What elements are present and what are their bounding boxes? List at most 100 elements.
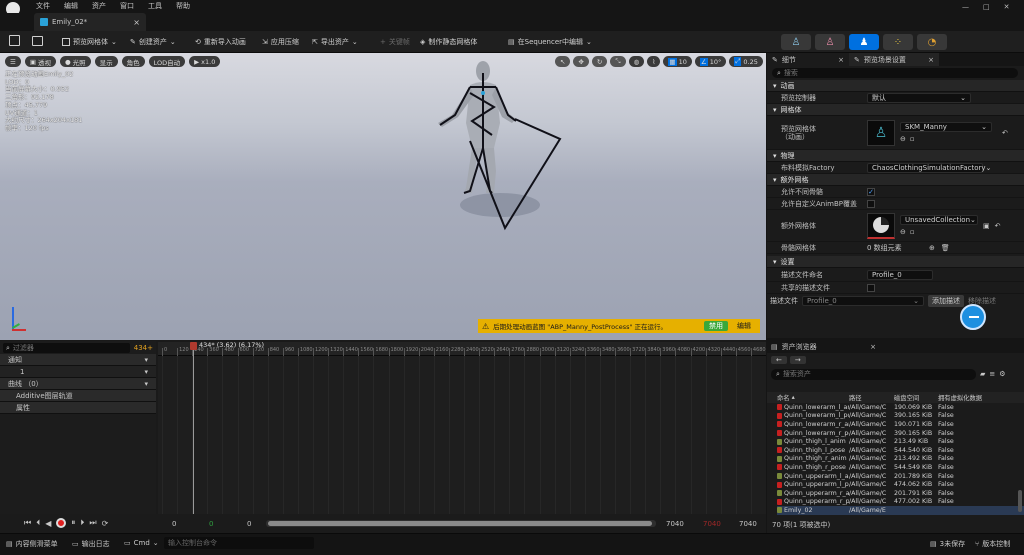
make-static-mesh-button[interactable]: ◈ 制作静态网格体 [420, 37, 477, 47]
playback-speed-button[interactable]: ▶x1.0 [189, 56, 220, 67]
cmd-dropdown[interactable]: ▭Cmd⌄ [124, 539, 159, 547]
scale-tool-button[interactable]: ⤡ [610, 56, 625, 67]
asset-row[interactable]: Quinn_thigh_r_pose/All/Game/C544.549 KiB… [777, 463, 1024, 472]
section-settings[interactable]: ▾设置 [767, 256, 1024, 268]
physics-mode-button[interactable]: ◔ [917, 34, 947, 50]
export-asset-button[interactable]: ⇱ 导出资产⌄ [312, 37, 358, 47]
col-path[interactable]: 路径 [849, 393, 894, 402]
menu-help[interactable]: 帮助 [176, 1, 190, 11]
tab-preview-scene[interactable]: ✎预览场景设置× [849, 53, 939, 66]
source-control-button[interactable]: ⑂版本控制 [975, 539, 1010, 549]
asset-row[interactable]: Emily_02/All/Game/E [777, 506, 1024, 515]
close-tab-icon[interactable]: × [870, 343, 876, 351]
perspective-button[interactable]: ▣透视 [25, 56, 56, 67]
profile-name-input[interactable]: Profile_0 [867, 270, 933, 280]
add-profile-button[interactable]: 添加描述 [928, 295, 964, 307]
close-tab-icon[interactable]: × [133, 18, 140, 27]
step-forward-icon[interactable]: ⏵ [80, 518, 84, 528]
col-size[interactable]: 磁盘空间 [894, 393, 938, 402]
asset-row[interactable]: Quinn_lowerarm_r_pose/All/Game/C390.165 … [777, 429, 1024, 438]
section-mesh[interactable]: ▾网格体 [767, 104, 1024, 116]
document-tab[interactable]: Emily_02* × [34, 13, 146, 31]
details-search-input[interactable]: ⌕搜索 [772, 68, 1018, 78]
step-back-icon[interactable]: ⏴ [36, 518, 40, 528]
close-window-button[interactable]: ✕ [1004, 3, 1010, 11]
menu-tools[interactable]: 工具 [148, 1, 162, 11]
menu-window[interactable]: 窗口 [120, 1, 134, 11]
asset-row[interactable]: Quinn_thigh_l_pose/All/Game/C544.540 KiB… [777, 446, 1024, 455]
playback-range-start[interactable]: 0 [209, 520, 213, 528]
skip-to-start-icon[interactable]: ⏮ [24, 518, 31, 528]
pause-icon[interactable]: ⏸ [71, 518, 75, 528]
col-name[interactable]: 命名▴ [777, 393, 849, 402]
lod-button[interactable]: LOD自动 [149, 56, 186, 67]
view-range-end[interactable]: 7040 [739, 520, 757, 528]
use-selected-icon[interactable]: ⊖ [900, 135, 906, 143]
asset-row[interactable]: Quinn_lowerarm_r_anim/All/Game/C190.071 … [777, 420, 1024, 429]
profile-select-dropdown[interactable]: Profile_0⌄ [802, 296, 924, 306]
viewport[interactable]: ☰ ▣透视 ●光照 显示 角色 LOD自动 ▶x1.0 ↖ ✥ ↻ ⤡ ◍ ⌇ … [0, 53, 766, 340]
delete-icon[interactable]: 🗑 [941, 244, 950, 252]
menu-asset[interactable]: 资产 [92, 1, 106, 11]
range-scrollbar-thumb[interactable] [268, 521, 652, 526]
asset-scrollbar[interactable] [1018, 490, 1022, 512]
maximize-button[interactable]: □ [983, 3, 990, 11]
collection-thumbnail[interactable] [867, 213, 895, 239]
apply-compression-button[interactable]: ⇲ 应用压缩 [262, 37, 299, 47]
asset-row[interactable]: Quinn_upperarm_l_pose/All/Game/C474.062 … [777, 480, 1024, 489]
track-curves[interactable]: 曲线 （0）▾ [0, 378, 156, 390]
playback-range-end[interactable]: 7040 [703, 520, 721, 528]
lighting-button[interactable]: ●光照 [60, 56, 91, 67]
scale-snap-button[interactable]: ⤢0.25 [729, 56, 763, 67]
floating-assist-button[interactable] [960, 304, 986, 330]
asset-search-input[interactable]: ⌕搜索资产 [771, 369, 976, 380]
menu-edit[interactable]: 编辑 [64, 1, 78, 11]
track-attributes[interactable]: 属性 [0, 402, 156, 414]
record-button[interactable] [56, 518, 66, 528]
track-notify-1[interactable]: 1▾ [0, 366, 156, 378]
track-notifies[interactable]: 通知▾ [0, 354, 156, 366]
mesh-thumbnail[interactable]: ♙ [867, 120, 895, 146]
character-button[interactable]: 角色 [122, 56, 145, 67]
working-range-start[interactable]: 0 [247, 520, 251, 528]
show-button[interactable]: 显示 [95, 56, 118, 67]
col-virtualized[interactable]: 拥有虚拟化数据 [938, 393, 998, 402]
settings-gear-icon[interactable]: ⚙ [999, 370, 1005, 378]
create-asset-button[interactable]: ✎ 创建资产⌄ [130, 37, 176, 47]
timeline-tracks-area[interactable] [158, 356, 766, 514]
shared-profile-checkbox[interactable] [867, 284, 875, 292]
section-animation[interactable]: ▾动画 [767, 80, 1024, 92]
allow-custom-animbp-checkbox[interactable] [867, 200, 875, 208]
reimport-button[interactable]: ⟲ 重新导入动画 [195, 37, 246, 47]
character-mannequin[interactable] [400, 53, 600, 243]
asset-row[interactable]: Quinn_lowerarm_l_pose/All/Game/C390.165 … [777, 412, 1024, 421]
output-log-button[interactable]: ▭输出日志 [72, 539, 110, 549]
asset-row[interactable]: Quinn_thigh_r_anim/All/Game/C213.492 KiB… [777, 455, 1024, 464]
forward-button[interactable]: → [790, 356, 806, 364]
add-element-icon[interactable]: ⊕ [929, 244, 935, 252]
preview-controller-dropdown[interactable]: 默认⌄ [867, 93, 971, 103]
console-input[interactable]: 输入控制台命令 [164, 537, 314, 549]
mesh-mode-button[interactable]: ♙ [815, 34, 845, 50]
extra-mesh-dropdown[interactable]: UnsavedCollection⌄ [900, 215, 978, 225]
playhead-handle[interactable] [190, 342, 197, 350]
reset-arrow-icon[interactable]: ↶ [1002, 129, 1008, 137]
viewport-menu-button[interactable]: ☰ [5, 56, 21, 67]
animation-mode-button[interactable]: ♟ [849, 34, 879, 50]
asset-browser-tab[interactable]: ▤资产浏览器× [767, 340, 1024, 353]
use-selected-icon[interactable]: ⊖ [900, 228, 906, 236]
allow-diff-skeleton-checkbox[interactable]: ✓ [867, 188, 875, 196]
asset-row[interactable]: Quinn_upperarm_r_anim/All/Game/C201.791 … [777, 489, 1024, 498]
edit-button[interactable]: 编辑 [732, 321, 756, 331]
save-icon[interactable] [9, 35, 20, 46]
menu-file[interactable]: 文件 [36, 1, 50, 11]
view-range-start[interactable]: 0 [172, 520, 176, 528]
folder-icon[interactable]: ▰ [980, 370, 985, 378]
cloth-factory-dropdown[interactable]: ChaosClothingSimulationFactory⌄ [867, 163, 983, 173]
section-physics[interactable]: ▾物理 [767, 150, 1024, 162]
close-tab-icon[interactable]: × [838, 56, 844, 64]
surface-snap-button[interactable]: ⌇ [647, 56, 660, 67]
content-drawer-button[interactable]: ▤内容侧滑菜单 [6, 539, 58, 549]
browse-folder-icon[interactable]: ▫ [910, 228, 915, 236]
reset-arrow-icon[interactable]: ↶ [995, 222, 1001, 230]
